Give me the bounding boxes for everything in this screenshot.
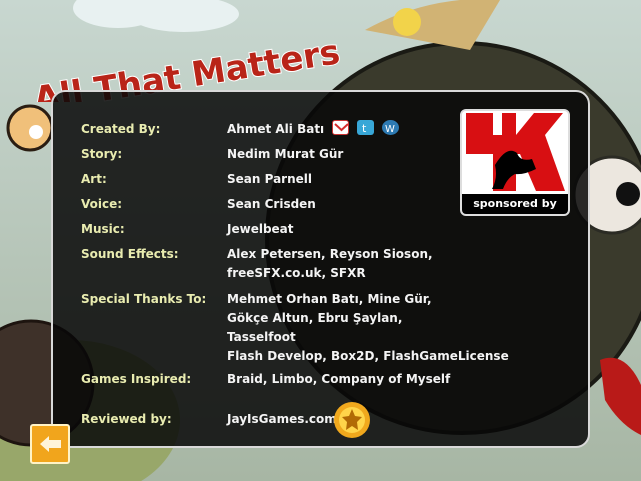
svg-text:W: W	[385, 124, 395, 135]
credit-label: Games Inspired:	[81, 372, 192, 386]
credit-value: Alex Petersen, Reyson Sioson, freeSFX.co.…	[227, 247, 433, 280]
credit-value: Jewelbeat	[227, 222, 294, 236]
svg-text:t: t	[362, 122, 367, 135]
credit-label: Special Thanks To:	[81, 292, 207, 306]
credit-label: Voice:	[81, 197, 123, 211]
credit-label: Sound Effects:	[81, 247, 179, 261]
wordpress-icon[interactable]: W	[382, 120, 399, 135]
credit-label: Music:	[81, 222, 125, 236]
credit-value: Sean Crisden	[227, 197, 316, 211]
credit-label: Reviewed by:	[81, 412, 172, 426]
credit-value: Mehmet Orhan Batı, Mine Gür, Gökçe Altun,…	[227, 292, 509, 363]
arrow-left-icon	[40, 436, 61, 452]
credit-value: Braid, Limbo, Company of Myself	[227, 372, 451, 386]
sponsor-logo[interactable]: sponsored by	[460, 109, 570, 216]
credit-value: Ahmet Ali Batı	[227, 122, 325, 136]
twitter-icon[interactable]: t	[357, 120, 374, 135]
back-button[interactable]	[30, 424, 70, 464]
credit-value: JayIsGames.com	[227, 412, 337, 426]
credit-label: Art:	[81, 172, 107, 186]
sponsor-label: sponsored by	[462, 194, 568, 214]
gmail-icon[interactable]	[332, 120, 349, 135]
credit-value: Sean Parnell	[227, 172, 312, 186]
credit-label: Story:	[81, 147, 123, 161]
reviewed-badge-icon[interactable]	[333, 401, 371, 439]
credit-value: Nedim Murat Gür	[227, 147, 344, 161]
credit-label: Created By:	[81, 122, 161, 136]
social-links: t W	[332, 120, 399, 135]
